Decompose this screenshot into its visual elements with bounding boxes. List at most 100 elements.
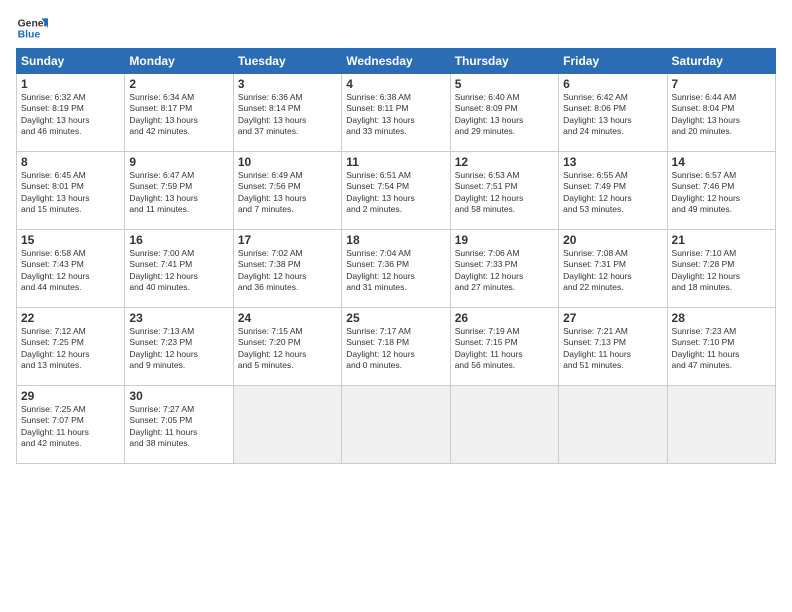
day-detail: Sunrise: 6:47 AMSunset: 7:59 PMDaylight:… <box>129 170 228 216</box>
day-cell: 23Sunrise: 7:13 AMSunset: 7:23 PMDayligh… <box>125 308 233 386</box>
day-number: 27 <box>563 311 662 325</box>
day-number: 2 <box>129 77 228 91</box>
day-number: 14 <box>672 155 771 169</box>
day-cell <box>233 386 341 464</box>
day-detail: Sunrise: 6:44 AMSunset: 8:04 PMDaylight:… <box>672 92 771 138</box>
day-number: 10 <box>238 155 337 169</box>
day-detail: Sunrise: 6:53 AMSunset: 7:51 PMDaylight:… <box>455 170 554 216</box>
day-detail: Sunrise: 7:17 AMSunset: 7:18 PMDaylight:… <box>346 326 445 372</box>
day-cell <box>450 386 558 464</box>
day-number: 13 <box>563 155 662 169</box>
day-cell <box>667 386 775 464</box>
day-number: 19 <box>455 233 554 247</box>
week-row-5: 29Sunrise: 7:25 AMSunset: 7:07 PMDayligh… <box>17 386 776 464</box>
day-cell: 16Sunrise: 7:00 AMSunset: 7:41 PMDayligh… <box>125 230 233 308</box>
logo-icon: General Blue <box>16 12 48 44</box>
day-cell: 24Sunrise: 7:15 AMSunset: 7:20 PMDayligh… <box>233 308 341 386</box>
day-cell: 18Sunrise: 7:04 AMSunset: 7:36 PMDayligh… <box>342 230 450 308</box>
day-detail: Sunrise: 7:00 AMSunset: 7:41 PMDaylight:… <box>129 248 228 294</box>
day-cell: 5Sunrise: 6:40 AMSunset: 8:09 PMDaylight… <box>450 74 558 152</box>
day-number: 1 <box>21 77 120 91</box>
weekday-sunday: Sunday <box>17 49 125 74</box>
day-detail: Sunrise: 7:04 AMSunset: 7:36 PMDaylight:… <box>346 248 445 294</box>
day-cell: 6Sunrise: 6:42 AMSunset: 8:06 PMDaylight… <box>559 74 667 152</box>
day-detail: Sunrise: 6:38 AMSunset: 8:11 PMDaylight:… <box>346 92 445 138</box>
day-cell: 19Sunrise: 7:06 AMSunset: 7:33 PMDayligh… <box>450 230 558 308</box>
day-detail: Sunrise: 7:06 AMSunset: 7:33 PMDaylight:… <box>455 248 554 294</box>
logo: General Blue <box>16 12 48 44</box>
day-number: 29 <box>21 389 120 403</box>
day-number: 26 <box>455 311 554 325</box>
day-detail: Sunrise: 7:27 AMSunset: 7:05 PMDaylight:… <box>129 404 228 450</box>
day-cell: 7Sunrise: 6:44 AMSunset: 8:04 PMDaylight… <box>667 74 775 152</box>
day-detail: Sunrise: 7:19 AMSunset: 7:15 PMDaylight:… <box>455 326 554 372</box>
weekday-thursday: Thursday <box>450 49 558 74</box>
day-detail: Sunrise: 7:21 AMSunset: 7:13 PMDaylight:… <box>563 326 662 372</box>
day-detail: Sunrise: 7:15 AMSunset: 7:20 PMDaylight:… <box>238 326 337 372</box>
day-cell: 12Sunrise: 6:53 AMSunset: 7:51 PMDayligh… <box>450 152 558 230</box>
day-detail: Sunrise: 6:55 AMSunset: 7:49 PMDaylight:… <box>563 170 662 216</box>
day-detail: Sunrise: 6:51 AMSunset: 7:54 PMDaylight:… <box>346 170 445 216</box>
day-number: 30 <box>129 389 228 403</box>
week-row-3: 15Sunrise: 6:58 AMSunset: 7:43 PMDayligh… <box>17 230 776 308</box>
day-number: 28 <box>672 311 771 325</box>
day-cell: 1Sunrise: 6:32 AMSunset: 8:19 PMDaylight… <box>17 74 125 152</box>
day-cell: 20Sunrise: 7:08 AMSunset: 7:31 PMDayligh… <box>559 230 667 308</box>
day-number: 18 <box>346 233 445 247</box>
day-number: 20 <box>563 233 662 247</box>
day-number: 23 <box>129 311 228 325</box>
day-cell: 29Sunrise: 7:25 AMSunset: 7:07 PMDayligh… <box>17 386 125 464</box>
day-number: 16 <box>129 233 228 247</box>
day-number: 5 <box>455 77 554 91</box>
day-detail: Sunrise: 7:12 AMSunset: 7:25 PMDaylight:… <box>21 326 120 372</box>
day-number: 15 <box>21 233 120 247</box>
day-detail: Sunrise: 6:49 AMSunset: 7:56 PMDaylight:… <box>238 170 337 216</box>
day-cell: 14Sunrise: 6:57 AMSunset: 7:46 PMDayligh… <box>667 152 775 230</box>
day-number: 8 <box>21 155 120 169</box>
weekday-wednesday: Wednesday <box>342 49 450 74</box>
day-detail: Sunrise: 7:08 AMSunset: 7:31 PMDaylight:… <box>563 248 662 294</box>
day-detail: Sunrise: 6:58 AMSunset: 7:43 PMDaylight:… <box>21 248 120 294</box>
week-row-4: 22Sunrise: 7:12 AMSunset: 7:25 PMDayligh… <box>17 308 776 386</box>
day-detail: Sunrise: 7:02 AMSunset: 7:38 PMDaylight:… <box>238 248 337 294</box>
day-detail: Sunrise: 6:36 AMSunset: 8:14 PMDaylight:… <box>238 92 337 138</box>
day-cell <box>559 386 667 464</box>
day-cell: 10Sunrise: 6:49 AMSunset: 7:56 PMDayligh… <box>233 152 341 230</box>
week-row-1: 1Sunrise: 6:32 AMSunset: 8:19 PMDaylight… <box>17 74 776 152</box>
day-number: 3 <box>238 77 337 91</box>
day-detail: Sunrise: 6:42 AMSunset: 8:06 PMDaylight:… <box>563 92 662 138</box>
day-cell: 22Sunrise: 7:12 AMSunset: 7:25 PMDayligh… <box>17 308 125 386</box>
day-cell: 4Sunrise: 6:38 AMSunset: 8:11 PMDaylight… <box>342 74 450 152</box>
day-cell: 9Sunrise: 6:47 AMSunset: 7:59 PMDaylight… <box>125 152 233 230</box>
day-detail: Sunrise: 7:25 AMSunset: 7:07 PMDaylight:… <box>21 404 120 450</box>
weekday-header-row: SundayMondayTuesdayWednesdayThursdayFrid… <box>17 49 776 74</box>
weekday-monday: Monday <box>125 49 233 74</box>
day-detail: Sunrise: 6:57 AMSunset: 7:46 PMDaylight:… <box>672 170 771 216</box>
day-number: 4 <box>346 77 445 91</box>
day-cell: 15Sunrise: 6:58 AMSunset: 7:43 PMDayligh… <box>17 230 125 308</box>
day-cell: 13Sunrise: 6:55 AMSunset: 7:49 PMDayligh… <box>559 152 667 230</box>
day-number: 9 <box>129 155 228 169</box>
day-detail: Sunrise: 6:45 AMSunset: 8:01 PMDaylight:… <box>21 170 120 216</box>
main-container: General Blue SundayMondayTuesdayWednesda… <box>0 0 792 472</box>
day-number: 24 <box>238 311 337 325</box>
calendar-table: SundayMondayTuesdayWednesdayThursdayFrid… <box>16 48 776 464</box>
day-detail: Sunrise: 6:32 AMSunset: 8:19 PMDaylight:… <box>21 92 120 138</box>
day-detail: Sunrise: 7:10 AMSunset: 7:28 PMDaylight:… <box>672 248 771 294</box>
week-row-2: 8Sunrise: 6:45 AMSunset: 8:01 PMDaylight… <box>17 152 776 230</box>
day-detail: Sunrise: 7:13 AMSunset: 7:23 PMDaylight:… <box>129 326 228 372</box>
day-number: 11 <box>346 155 445 169</box>
day-number: 6 <box>563 77 662 91</box>
day-number: 12 <box>455 155 554 169</box>
day-cell: 21Sunrise: 7:10 AMSunset: 7:28 PMDayligh… <box>667 230 775 308</box>
day-number: 25 <box>346 311 445 325</box>
day-cell: 26Sunrise: 7:19 AMSunset: 7:15 PMDayligh… <box>450 308 558 386</box>
day-number: 17 <box>238 233 337 247</box>
day-number: 22 <box>21 311 120 325</box>
weekday-saturday: Saturday <box>667 49 775 74</box>
day-detail: Sunrise: 7:23 AMSunset: 7:10 PMDaylight:… <box>672 326 771 372</box>
day-cell: 17Sunrise: 7:02 AMSunset: 7:38 PMDayligh… <box>233 230 341 308</box>
day-cell <box>342 386 450 464</box>
day-number: 7 <box>672 77 771 91</box>
day-detail: Sunrise: 6:34 AMSunset: 8:17 PMDaylight:… <box>129 92 228 138</box>
